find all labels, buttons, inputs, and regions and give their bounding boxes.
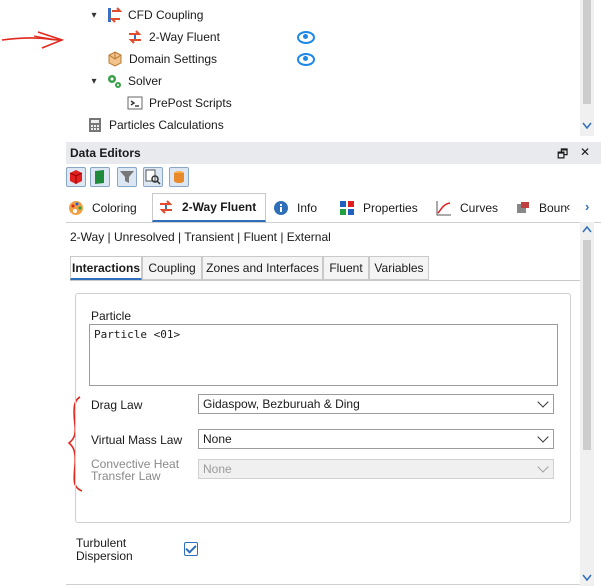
tab-two-way-fluent[interactable]: 2-Way Fluent <box>152 193 266 222</box>
particle-label: Particle <box>91 309 132 323</box>
tree-item-two-way-fluent[interactable]: 2-Way Fluent <box>127 26 220 48</box>
coupling-summary: 2-Way | Unresolved | Transient | Fluent … <box>70 230 331 244</box>
annotation-arrow <box>1 31 65 49</box>
subtab-fluent[interactable]: Fluent <box>323 256 369 280</box>
scroll-down-icon[interactable] <box>582 574 592 582</box>
close-icon[interactable]: ✕ <box>580 145 590 159</box>
subtab-content-border <box>70 280 580 281</box>
editor-scrollbar[interactable] <box>580 222 594 586</box>
chevron-down-icon <box>537 461 549 473</box>
tree-item-particles-calculations[interactable]: Particles Calculations <box>87 114 224 136</box>
convective-heat-label-line2: Transfer Law <box>91 469 161 483</box>
list-item[interactable]: Particle <01> <box>94 328 180 341</box>
tree-item-solver[interactable]: ▾ Solver <box>88 70 162 92</box>
convective-heat-transfer-select: None <box>198 459 554 479</box>
tab-coloring[interactable]: Coloring <box>66 194 152 221</box>
scroll-down-icon[interactable] <box>582 122 592 130</box>
tabs-scroll-right-icon[interactable]: › <box>585 199 589 214</box>
chevron-down-icon <box>537 431 549 443</box>
curves-icon <box>436 200 452 216</box>
tree-item-cfd-coupling[interactable]: ▾ CFD Coupling <box>88 4 203 26</box>
toolbar-filter-button[interactable] <box>117 167 137 187</box>
tab-boundaries[interactable]: Boun <box>515 194 567 221</box>
turbulent-dispersion-label-line1: Turbulent <box>76 536 127 550</box>
data-editors-header: Data Editors 🗗 ✕ <box>66 142 601 164</box>
tree-label-cfd-coupling: CFD Coupling <box>128 8 204 22</box>
chevron-down-icon[interactable]: ▾ <box>88 9 100 21</box>
editor-bottom-border <box>66 584 580 585</box>
tree-label-particles-calculations: Particles Calculations <box>109 118 224 132</box>
calculator-icon <box>87 117 103 133</box>
visibility-eye-icon[interactable] <box>297 31 315 44</box>
particle-list[interactable]: Particle <01> <box>89 324 558 386</box>
tab-label: Coloring <box>92 200 137 215</box>
toolbar-find-button[interactable] <box>143 167 163 187</box>
virtual-mass-law-select[interactable]: None <box>198 429 554 449</box>
tree-item-domain-settings[interactable]: Domain Settings <box>107 48 217 70</box>
toolbar-book-button[interactable] <box>90 167 110 187</box>
tree-label-two-way-fluent: 2-Way Fluent <box>149 30 220 44</box>
properties-icon <box>339 200 355 216</box>
info-icon <box>273 200 289 216</box>
scroll-up-icon[interactable] <box>582 225 592 233</box>
turbulent-dispersion-label-line2: Dispersion <box>76 549 133 563</box>
domain-settings-icon <box>107 51 123 67</box>
tab-label: 2-Way Fluent <box>182 200 257 214</box>
virtual-mass-law-label: Virtual Mass Law <box>91 433 183 447</box>
gears-icon <box>106 73 122 89</box>
subtab-interactions[interactable]: Interactions <box>70 256 142 280</box>
tab-label: Curves <box>460 200 499 215</box>
visibility-eye-icon[interactable] <box>297 53 315 66</box>
tree-item-prepost-scripts[interactable]: PrePost Scripts <box>127 92 232 114</box>
two-way-fluent-icon <box>158 199 174 215</box>
toolbar-cylinder-button[interactable] <box>169 167 189 187</box>
tab-curves[interactable]: Curves <box>436 194 508 221</box>
cfd-coupling-icon <box>106 7 123 23</box>
toolbar-cube-button[interactable] <box>66 167 86 187</box>
drag-law-value: Gidaspow, Bezburuah & Ding <box>203 397 360 411</box>
boundaries-icon <box>515 200 531 216</box>
tabs-scroll-left-icon[interactable]: ‹ <box>566 199 570 214</box>
turbulent-dispersion-checkbox[interactable] <box>184 542 198 556</box>
tab-properties[interactable]: Properties <box>339 194 429 221</box>
subtab-zones-and-interfaces[interactable]: Zones and Interfaces <box>202 256 323 280</box>
editor-tabs: Coloring 2-Way Fluent Info Properties Cu… <box>66 193 601 223</box>
tree-scrollbar-thumb[interactable] <box>583 0 591 104</box>
subtab-variables[interactable]: Variables <box>369 256 429 280</box>
tab-info[interactable]: Info <box>273 194 333 221</box>
terminal-icon <box>127 95 143 111</box>
chevron-down-icon[interactable]: ▾ <box>88 75 100 87</box>
chevron-down-icon <box>537 396 549 408</box>
drag-law-select[interactable]: Gidaspow, Bezburuah & Ding <box>198 394 554 414</box>
subtab-coupling[interactable]: Coupling <box>142 256 202 280</box>
tab-label: Properties <box>363 200 418 215</box>
convective-heat-transfer-value: None <box>203 462 232 476</box>
tab-label: Info <box>297 200 318 215</box>
restore-icon[interactable]: 🗗 <box>557 145 568 166</box>
tree-label-domain-settings: Domain Settings <box>129 52 218 66</box>
editor-scrollbar-thumb[interactable] <box>583 240 591 450</box>
two-way-fluent-icon <box>127 29 143 45</box>
tab-label: Boun <box>539 200 567 215</box>
virtual-mass-law-value: None <box>203 432 232 446</box>
palette-icon <box>68 200 84 216</box>
drag-law-label: Drag Law <box>91 398 143 412</box>
tree-label-prepost-scripts: PrePost Scripts <box>149 96 232 110</box>
tree-label-solver: Solver <box>128 74 163 88</box>
tree-scrollbar[interactable] <box>580 0 594 136</box>
panel-title: Data Editors <box>70 146 141 160</box>
